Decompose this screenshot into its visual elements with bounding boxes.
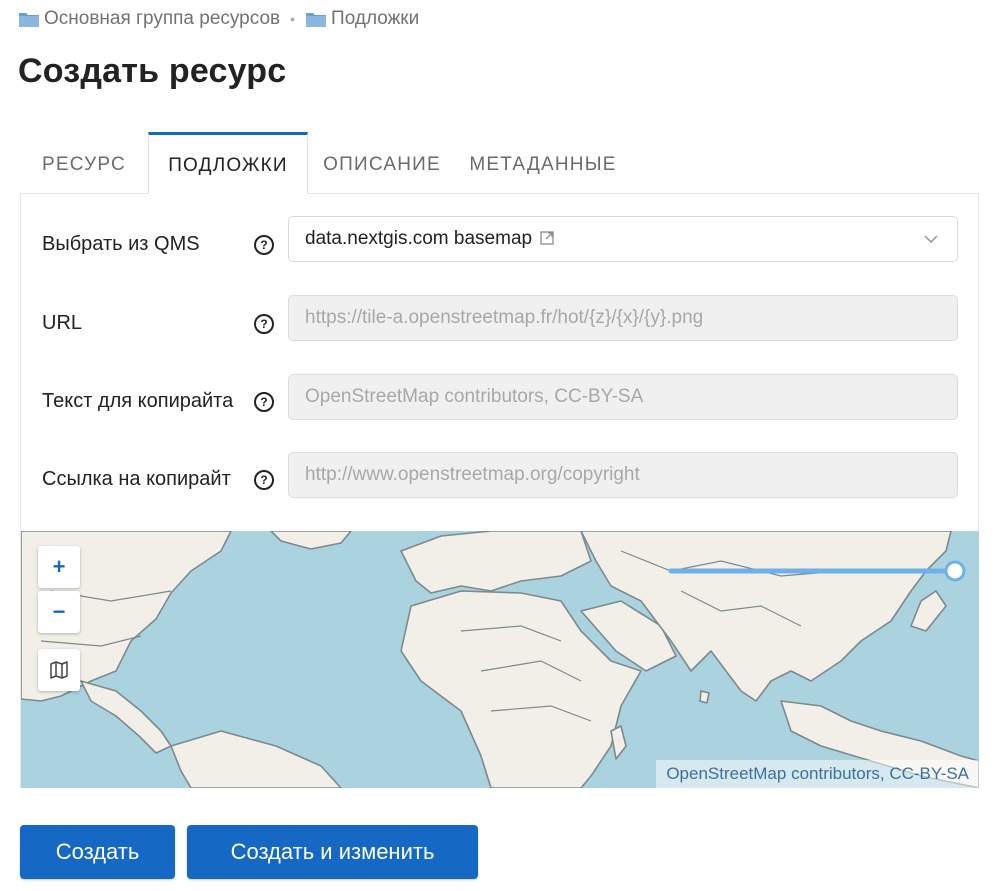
map-attribution[interactable]: OpenStreetMap contributors, CC-BY-SA bbox=[656, 760, 979, 788]
map-icon bbox=[50, 661, 68, 679]
url-label: URL bbox=[42, 312, 83, 334]
copyright-text-input: OpenStreetMap contributors, CC-BY-SA bbox=[288, 374, 958, 420]
copyright-text-label: Текст для копирайта bbox=[42, 390, 234, 412]
tab-basemaps[interactable]: ПОДЛОЖКИ bbox=[148, 132, 308, 194]
question-circle-icon[interactable]: ? bbox=[254, 392, 274, 412]
tab-metadata[interactable]: МЕТАДАННЫЕ bbox=[458, 132, 628, 194]
url-input: https://tile-a.openstreetmap.fr/hot/{z}/… bbox=[288, 295, 958, 341]
create-button[interactable]: Создать bbox=[20, 825, 175, 879]
zoom-in-button[interactable]: + bbox=[38, 546, 80, 588]
question-circle-icon[interactable]: ? bbox=[254, 235, 274, 255]
breadcrumb-separator: • bbox=[290, 11, 296, 27]
external-link-icon[interactable] bbox=[540, 231, 554, 245]
breadcrumb-label: Подложки bbox=[331, 8, 420, 29]
breadcrumb: Основная группа ресурсов • Подложки bbox=[18, 8, 419, 30]
folder-icon bbox=[306, 12, 327, 27]
tab-resource[interactable]: РЕСУРС bbox=[20, 132, 148, 194]
map-preview[interactable]: + − OpenStreetMap contributors, CC-BY-SA bbox=[21, 531, 979, 788]
chevron-down-icon bbox=[924, 235, 938, 244]
page-title: Создать ресурс bbox=[18, 52, 287, 90]
create-and-edit-button[interactable]: Создать и изменить bbox=[187, 825, 478, 879]
basemap-toggle-button[interactable] bbox=[38, 649, 80, 691]
copyright-url-input: http://www.openstreetmap.org/copyright bbox=[288, 452, 958, 498]
folder-icon bbox=[19, 12, 39, 27]
qms-select[interactable]: data.nextgis.com basemap bbox=[288, 216, 958, 262]
breadcrumb-item-basemaps[interactable]: Подложки bbox=[305, 8, 419, 30]
breadcrumb-item-main-group[interactable]: Основная группа ресурсов bbox=[18, 8, 280, 30]
tab-bar: РЕСУРС ПОДЛОЖКИ ОПИСАНИЕ МЕТАДАННЫЕ bbox=[20, 132, 980, 194]
qms-label: Выбрать из QMS bbox=[42, 233, 200, 255]
question-circle-icon[interactable]: ? bbox=[254, 314, 274, 334]
copyright-url-label: Ссылка на копирайт bbox=[42, 468, 231, 490]
zoom-out-button[interactable]: − bbox=[38, 591, 80, 633]
tab-description[interactable]: ОПИСАНИЕ bbox=[308, 132, 456, 194]
qms-selected-value: data.nextgis.com basemap bbox=[305, 228, 533, 249]
breadcrumb-label: Основная группа ресурсов bbox=[44, 8, 281, 29]
map-tiles bbox=[21, 531, 979, 788]
question-circle-icon[interactable]: ? bbox=[254, 470, 274, 490]
